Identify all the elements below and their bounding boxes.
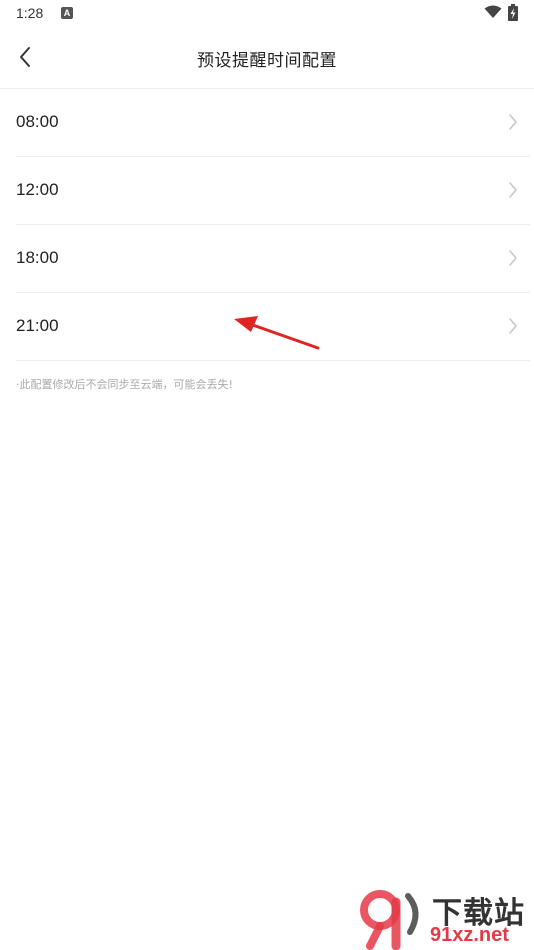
page-title: 预设提醒时间配置: [197, 51, 337, 71]
status-bar: 1:28 A: [0, 0, 534, 28]
watermark-logo-icon: [360, 890, 419, 950]
wifi-icon: [484, 5, 502, 18]
chevron-right-icon: [509, 318, 517, 334]
chevron-right-icon: [509, 250, 517, 266]
battery-charging-icon: [508, 4, 518, 21]
chevron-right-icon: [509, 114, 517, 130]
time-row-0800[interactable]: 08:00: [16, 89, 530, 157]
time-row-1200[interactable]: 12:00: [16, 157, 530, 225]
watermark: 下载站 91xz.net: [360, 888, 534, 950]
time-label: 18:00: [16, 248, 59, 267]
time-row-1800[interactable]: 18:00: [16, 225, 530, 293]
status-time: 1:28: [16, 5, 44, 21]
chevron-right-icon: [509, 182, 517, 198]
watermark-url: 91xz.net: [430, 924, 509, 946]
sync-notice: ·此配置修改后不会同步至云端，可能会丢失!: [16, 378, 233, 391]
a-badge-icon: A: [61, 7, 73, 19]
header: 预设提醒时间配置: [0, 28, 534, 89]
time-label: 21:00: [16, 316, 59, 335]
time-label: 12:00: [16, 180, 59, 199]
time-label: 08:00: [16, 112, 59, 131]
red-arrow-annotation: [234, 316, 320, 350]
